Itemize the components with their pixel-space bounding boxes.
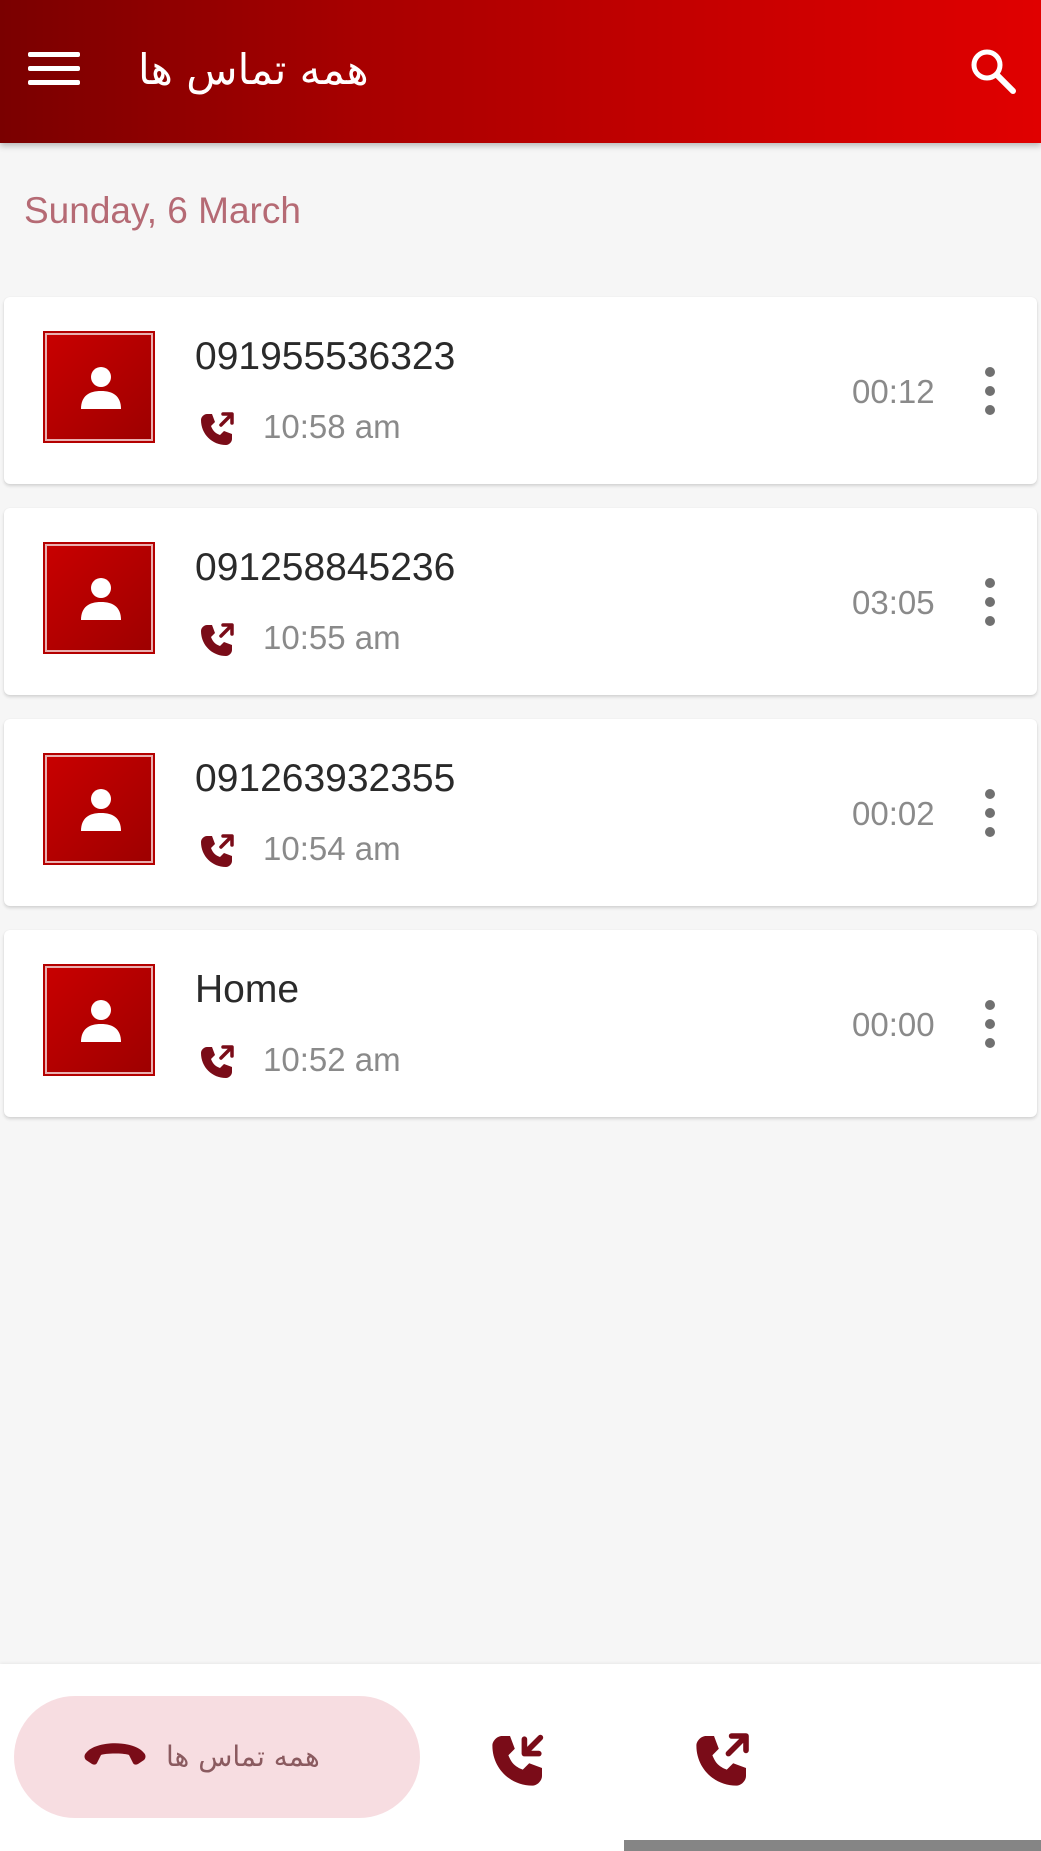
call-log-item[interactable]: 091258845236 10:55 am 03:05 (4, 508, 1037, 695)
outgoing-call-icon[interactable] (690, 1728, 754, 1792)
system-gesture-bar (624, 1840, 1041, 1851)
outgoing-call-icon (197, 831, 237, 875)
call-log-item[interactable]: 091955536323 10:58 am 00:12 (4, 297, 1037, 484)
call-name: 091955536323 (195, 335, 456, 378)
call-duration: 00:02 (852, 795, 935, 832)
call-name: Home (195, 968, 300, 1011)
contact-avatar-icon (45, 755, 153, 863)
call-time: 10:52 am (263, 1041, 401, 1078)
date-header: Sunday, 6 March (24, 190, 301, 231)
outgoing-call-icon (197, 1042, 237, 1086)
call-duration: 03:05 (852, 584, 935, 621)
call-time: 10:54 am (263, 830, 401, 867)
search-icon[interactable] (966, 44, 1020, 98)
call-duration: 00:00 (852, 1006, 935, 1043)
call-duration: 00:12 (852, 373, 935, 410)
bottom-navigation: همه تماس ها (0, 1664, 1041, 1851)
call-name: 091258845236 (195, 546, 456, 589)
contact-avatar-icon (45, 333, 153, 441)
hangup-phone-icon (82, 1736, 148, 1770)
call-log-item[interactable]: 091263932355 10:54 am 00:02 (4, 719, 1037, 906)
page-title: همه تماس ها (138, 45, 369, 94)
call-time: 10:55 am (263, 619, 401, 656)
incoming-call-icon[interactable] (486, 1728, 550, 1792)
call-time: 10:58 am (263, 408, 401, 445)
call-log-item[interactable]: Home 10:52 am 00:00 (4, 930, 1037, 1117)
more-options-icon[interactable] (970, 785, 1010, 841)
contact-avatar-icon (45, 966, 153, 1074)
more-options-icon[interactable] (970, 996, 1010, 1052)
nav-all-calls-tab[interactable]: همه تماس ها (14, 1696, 420, 1818)
outgoing-call-icon (197, 620, 237, 664)
outgoing-call-icon (197, 409, 237, 453)
more-options-icon[interactable] (970, 363, 1010, 419)
call-name: 091263932355 (195, 757, 456, 800)
contact-avatar-icon (45, 544, 153, 652)
nav-all-calls-label: همه تماس ها (166, 1740, 320, 1773)
hamburger-menu-icon[interactable] (28, 48, 80, 90)
more-options-icon[interactable] (970, 574, 1010, 630)
app-bar: همه تماس ها (0, 0, 1041, 143)
